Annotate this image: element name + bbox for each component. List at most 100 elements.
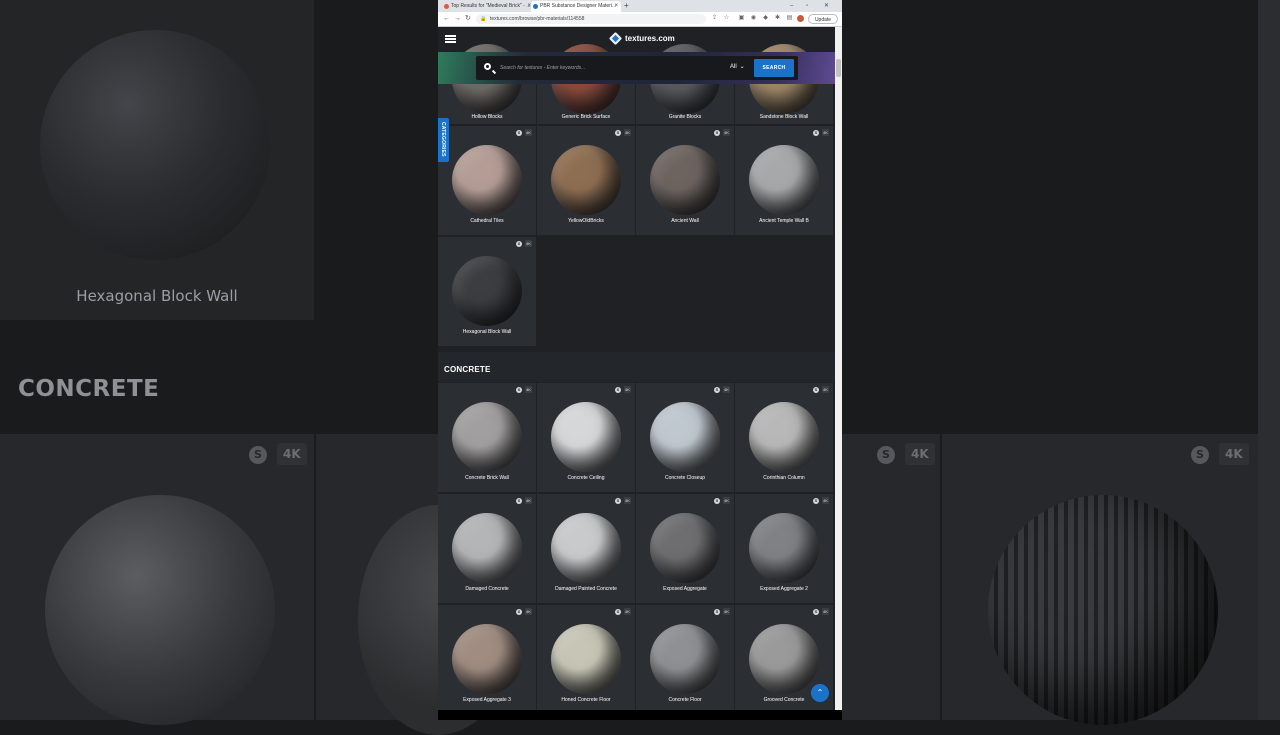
lock-icon: 🔒 (480, 16, 487, 22)
texture-row: Hollow Blocks Generic Brick Surface Granit… (438, 44, 835, 124)
scrollbar-thumb[interactable] (836, 59, 841, 77)
back-to-top-button[interactable]: ⌃ (811, 684, 829, 702)
substance-icon: S (516, 387, 522, 393)
url-text: textures.com/browse/pbr-materials/114558 (490, 16, 585, 22)
substance-icon: S (813, 130, 819, 136)
material-sphere-preview (650, 402, 720, 472)
texture-name: Damaged Concrete (465, 586, 509, 592)
search-filter-dropdown[interactable]: All ⌄ (730, 63, 745, 70)
material-sphere-preview (452, 145, 522, 215)
material-sphere-preview (452, 513, 522, 583)
texture-card[interactable]: Granite Blocks (636, 44, 734, 124)
puzzle-icon[interactable]: ✱ (774, 15, 781, 22)
texture-card[interactable]: S 4K Exposed Aggregate (636, 494, 734, 603)
texture-name: Sandstone Block Wall (759, 114, 809, 120)
texture-row: S 4K Exposed Aggregate 3 S 4K Honed Concrete … (438, 605, 835, 710)
share-icon[interactable]: ⇪ (711, 15, 718, 22)
substance-icon: S (516, 130, 522, 136)
reload-icon[interactable]: ↻ (465, 12, 471, 26)
background-badges: S 4K (249, 443, 307, 465)
update-button[interactable]: Update (808, 14, 838, 24)
material-sphere-preview (452, 256, 522, 326)
substance-icon: S (615, 609, 621, 615)
substance-icon: S (714, 130, 720, 136)
categories-tab[interactable]: CATEGORIES (438, 118, 449, 162)
background-left-panel: Hexagonal Block Wall (0, 0, 314, 320)
resolution-badge: 4K (624, 386, 631, 393)
texture-card[interactable]: S 4K Corinthian Column (735, 383, 833, 492)
material-sphere-preview (452, 624, 522, 694)
browser-tab-2[interactable]: PBR Substance Designer Materi... × (531, 1, 621, 12)
extension-icon[interactable]: ◉ (750, 15, 757, 22)
browser-tab-1[interactable]: Top Results for "Medieval Brick" - ... × (442, 1, 534, 12)
resolution-badge: 4K (525, 497, 532, 504)
texture-card[interactable]: S 4K Concrete Closeup (636, 383, 734, 492)
texture-card[interactable]: S 4K Concrete Brick Wall (438, 383, 536, 492)
texture-name: Cathedral Tiles (470, 218, 504, 224)
resolution-badge: 4K (723, 386, 730, 393)
resolution-badge: 4K (624, 497, 631, 504)
browser-toolbar: ← → ↻ 🔒 textures.com/browse/pbr-material… (438, 12, 842, 27)
texture-row: S 4K Cathedral Tiles S 4K YellowOldBricks S 4K A… (438, 126, 835, 235)
resolution-badge: 4K (525, 129, 532, 136)
texture-card[interactable]: S 4K Hexagonal Block Wall (438, 237, 536, 346)
texture-card[interactable]: S 4K YellowOldBricks (537, 126, 635, 235)
texture-card[interactable]: S 4K Damaged Painted Concrete (537, 494, 635, 603)
texture-row: S 4K Concrete Brick Wall S 4K Concrete Ceilin… (438, 383, 835, 492)
forward-icon[interactable]: → (454, 12, 461, 26)
material-sphere-preview (551, 402, 621, 472)
close-window-icon[interactable]: ✕ (824, 0, 829, 12)
substance-icon: S (516, 609, 522, 615)
texture-card[interactable]: S 4K Honed Concrete Floor (537, 605, 635, 710)
texture-card[interactable]: S 4K Concrete Ceiling (537, 383, 635, 492)
background-section-title: CONCRETE (18, 376, 160, 402)
menu-icon[interactable] (445, 35, 456, 43)
substance-icon: S (615, 387, 621, 393)
texture-name: Exposed Aggregate 2 (760, 586, 808, 592)
substance-icon: S (813, 387, 819, 393)
material-sphere-preview (749, 624, 819, 694)
background-badges: S 4K (1191, 443, 1249, 465)
texture-card[interactable]: Sandstone Block Wall (735, 44, 833, 124)
substance-icon: S (714, 387, 720, 393)
material-sphere-preview (749, 402, 819, 472)
substance-icon: S (615, 498, 621, 504)
extension-icon[interactable]: ▣ (738, 15, 745, 22)
back-icon[interactable]: ← (443, 12, 450, 26)
texture-card[interactable]: Generic Brick Surface (537, 44, 635, 124)
new-tab-button[interactable]: + (624, 0, 629, 12)
texture-card[interactable]: Hollow Blocks (438, 44, 536, 124)
background-title: Hexagonal Block Wall (76, 287, 238, 305)
maximize-icon[interactable]: ▫ (806, 0, 808, 12)
address-bar[interactable]: 🔒 textures.com/browse/pbr-materials/1145… (476, 14, 706, 24)
material-sphere-preview (551, 513, 621, 583)
search-icon[interactable] (484, 63, 491, 70)
texture-card[interactable]: S 4K Exposed Aggregate 2 (735, 494, 833, 603)
texture-card[interactable]: S 4K Ancient Wall (636, 126, 734, 235)
browser-window: Top Results for "Medieval Brick" - ... ×… (438, 0, 842, 720)
scrollbar[interactable] (835, 27, 842, 710)
resolution-badge: 4K (624, 129, 631, 136)
sidebar-icon[interactable]: ▤ (786, 15, 793, 22)
avatar[interactable] (797, 15, 804, 22)
substance-icon: S (714, 609, 720, 615)
texture-card[interactable]: S 4K Ancient Temple Wall B (735, 126, 833, 235)
extension-icon[interactable]: ◆ (762, 15, 769, 22)
resolution-badge: 4K (624, 608, 631, 615)
texture-name: Honed Concrete Floor (561, 697, 611, 703)
page-content: textures.com Hollow Blocks Generic Brick … (438, 27, 835, 710)
texture-name: Corinthian Column (763, 475, 805, 481)
texture-card[interactable]: S 4K Concrete Floor (636, 605, 734, 710)
minimize-icon[interactable]: – (790, 0, 793, 12)
resolution-badge: 4K (723, 497, 730, 504)
resolution-badge: 4K (525, 240, 532, 247)
texture-card[interactable]: S 4K Exposed Aggregate 3 (438, 605, 536, 710)
texture-card[interactable]: S 4K Cathedral Tiles (438, 126, 536, 235)
close-icon[interactable]: × (614, 1, 618, 12)
search-input[interactable] (500, 62, 700, 74)
texture-name: Ancient Temple Wall B (759, 218, 809, 224)
texture-name: Generic Brick Surface (561, 114, 611, 120)
bookmark-star-icon[interactable]: ☆ (723, 15, 730, 22)
search-button[interactable]: SEARCH (754, 59, 794, 77)
texture-card[interactable]: S 4K Damaged Concrete (438, 494, 536, 603)
